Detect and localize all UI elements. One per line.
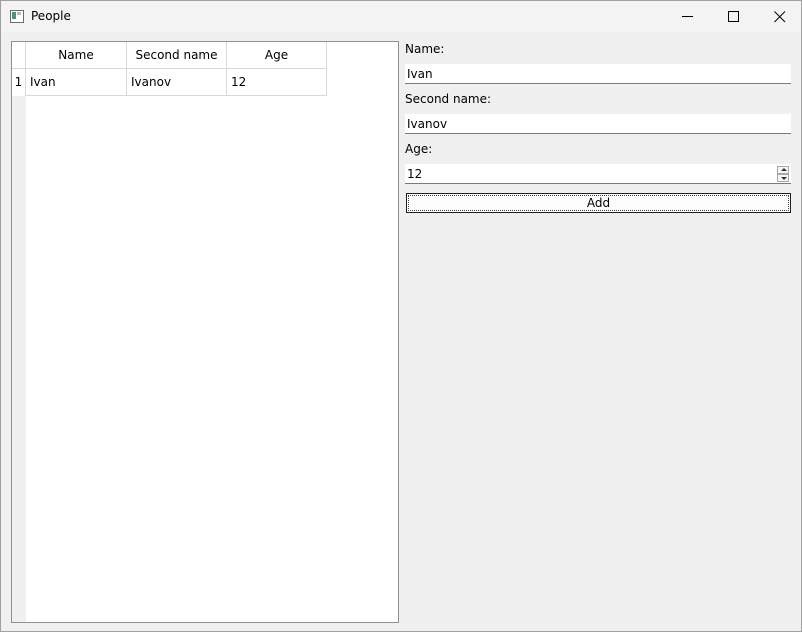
- minimize-button[interactable]: [665, 1, 711, 32]
- table-cell-second-name[interactable]: Ivanov: [127, 69, 227, 96]
- maximize-icon: [728, 11, 739, 22]
- row-header-area: [12, 69, 26, 622]
- age-decrement-button[interactable]: [777, 174, 789, 182]
- title-bar: People: [1, 1, 801, 32]
- name-label: Name:: [405, 42, 445, 56]
- close-icon: [774, 11, 786, 23]
- minimize-icon: [682, 16, 693, 17]
- age-increment-button[interactable]: [777, 166, 789, 174]
- column-header-age[interactable]: Age: [227, 42, 327, 69]
- table-cell-age[interactable]: 12: [227, 69, 327, 96]
- table-cell-name[interactable]: Ivan: [26, 69, 127, 96]
- age-label: Age:: [405, 142, 433, 156]
- column-header-name[interactable]: Name: [26, 42, 127, 69]
- name-input[interactable]: [405, 64, 791, 84]
- table-corner-button[interactable]: [12, 42, 26, 69]
- second-name-input[interactable]: [405, 114, 791, 134]
- maximize-button[interactable]: [711, 1, 757, 32]
- age-spinbox[interactable]: [405, 164, 791, 184]
- column-header-second-name[interactable]: Second name: [127, 42, 227, 69]
- people-table[interactable]: Name Second name Age 1 Ivan Ivanov 12: [11, 41, 399, 623]
- row-header[interactable]: 1: [12, 69, 26, 96]
- add-button[interactable]: Add: [406, 193, 791, 213]
- main-window: People Name Second name Age 1 Ivan Ivano…: [0, 0, 802, 632]
- window-title: People: [31, 9, 71, 23]
- app-window-icon: [10, 10, 24, 23]
- close-button[interactable]: [757, 1, 802, 32]
- second-name-label: Second name:: [405, 92, 492, 106]
